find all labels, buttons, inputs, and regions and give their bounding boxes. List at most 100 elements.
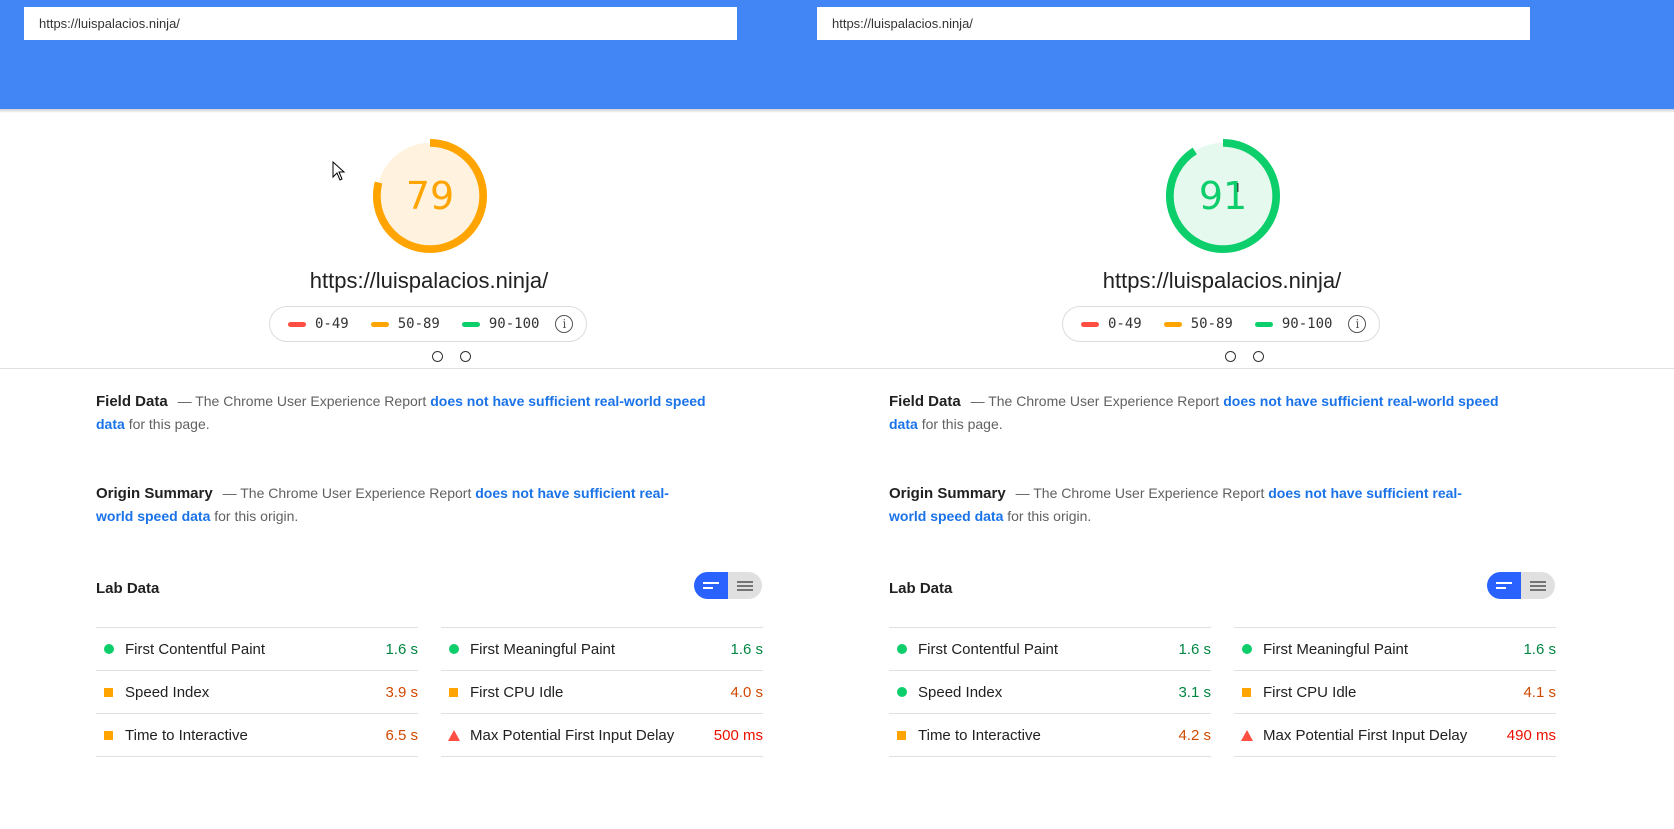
metric-label: Time to Interactive xyxy=(125,726,248,744)
field-data-dash: — xyxy=(970,393,985,409)
metric-row: First Contentful Paint 1.6 s xyxy=(889,627,1211,670)
legend-fail-label: 0-49 xyxy=(1108,316,1142,332)
metric-value: 3.1 s xyxy=(1178,683,1211,701)
legend-fail: 0-49 xyxy=(1081,316,1142,332)
metric-status-icon xyxy=(893,641,910,658)
field-data-title: Field Data xyxy=(889,393,961,410)
info-icon[interactable]: i xyxy=(555,315,574,333)
lab-metrics: First Contentful Paint 1.6 s Speed Index… xyxy=(96,627,775,757)
metric-value: 1.6 s xyxy=(385,640,418,658)
list-view-button[interactable] xyxy=(728,572,762,599)
header-shadow xyxy=(0,109,775,113)
lab-metrics: First Contentful Paint 1.6 s Speed Index… xyxy=(889,627,1579,757)
metric-status-icon xyxy=(100,641,117,658)
metric-status-icon xyxy=(1238,684,1255,701)
metric-value: 1.6 s xyxy=(1523,640,1556,658)
origin-summary-text: The Chrome User Experience Report xyxy=(1033,485,1265,501)
legend-fail-bar xyxy=(1081,321,1099,327)
field-data-tail: for this page. xyxy=(128,416,210,432)
metric-status-icon xyxy=(893,684,910,701)
url-input[interactable] xyxy=(24,7,737,40)
lab-data-title: Lab Data xyxy=(96,580,160,597)
metric-label: First CPU Idle xyxy=(1263,683,1357,701)
url-input[interactable] xyxy=(817,7,1530,40)
metric-row: Time to Interactive 4.2 s xyxy=(889,713,1211,757)
metric-row: Max Potential First Input Delay 490 ms xyxy=(1234,713,1556,757)
report-panel-left: 79 https://luispalacios.ninja/ 0-49 50-8… xyxy=(0,0,775,829)
legend-pass-label: 90-100 xyxy=(1281,316,1333,332)
info-icon[interactable]: i xyxy=(1348,315,1367,333)
legend-average-label: 50-89 xyxy=(397,316,440,332)
list-view-icon xyxy=(1530,580,1546,591)
legend-average-bar xyxy=(370,321,389,327)
metric-row: First CPU Idle 4.0 s xyxy=(441,670,763,713)
legend-pass-label: 90-100 xyxy=(488,316,540,332)
carousel-dot[interactable] xyxy=(460,351,471,362)
divider xyxy=(775,368,1674,369)
metric-label: First Meaningful Paint xyxy=(1263,640,1409,658)
report-panel-right: 91 https://luispalacios.ninja/ 0-49 50-8… xyxy=(775,0,1674,829)
score-legend: 0-49 50-89 90-100 i xyxy=(269,306,587,342)
metric-row: Time to Interactive 6.5 s xyxy=(96,713,418,757)
metric-label: Speed Index xyxy=(918,683,1003,701)
metric-status-icon xyxy=(1238,641,1255,658)
performance-score: 91 xyxy=(1198,174,1248,218)
metrics-column-left: First Contentful Paint 1.6 s Speed Index… xyxy=(96,627,418,757)
metrics-column-right: First Meaningful Paint 1.6 s First CPU I… xyxy=(1234,627,1556,757)
carousel-dot[interactable] xyxy=(1253,351,1264,362)
view-toggle xyxy=(1487,572,1555,599)
legend-pass: 90-100 xyxy=(1254,316,1333,332)
list-view-icon xyxy=(737,580,753,591)
field-data-section: Field Data — The Chrome User Experience … xyxy=(889,390,1499,436)
field-data-text: The Chrome User Experience Report xyxy=(988,393,1220,409)
metric-row: First Meaningful Paint 1.6 s xyxy=(441,627,763,670)
metric-value: 4.0 s xyxy=(730,683,763,701)
metric-value: 1.6 s xyxy=(1178,640,1211,658)
summary-view-button[interactable] xyxy=(1487,572,1521,599)
field-data-tail: for this page. xyxy=(921,416,1003,432)
mouse-pointer-icon xyxy=(332,161,346,181)
legend-average-label: 50-89 xyxy=(1190,316,1233,332)
metrics-column-left: First Contentful Paint 1.6 s Speed Index… xyxy=(889,627,1211,757)
metric-label: First Contentful Paint xyxy=(918,640,1059,658)
metric-status-icon xyxy=(445,727,462,744)
field-data-title: Field Data xyxy=(96,393,168,410)
metric-value: 6.5 s xyxy=(385,726,418,744)
metric-status-icon xyxy=(1238,727,1255,744)
legend-pass-bar xyxy=(1254,321,1273,327)
performance-score: 79 xyxy=(405,174,455,218)
summary-view-icon xyxy=(703,581,719,589)
origin-summary-section: Origin Summary — The Chrome User Experie… xyxy=(889,482,1499,528)
metric-row: First CPU Idle 4.1 s xyxy=(1234,670,1556,713)
origin-summary-dash: — xyxy=(1015,485,1030,501)
legend-average-bar xyxy=(1163,321,1182,327)
carousel-dots xyxy=(1225,351,1281,362)
origin-summary-section: Origin Summary — The Chrome User Experie… xyxy=(96,482,706,528)
field-data-section: Field Data — The Chrome User Experience … xyxy=(96,390,706,436)
carousel-dot[interactable] xyxy=(1225,351,1236,362)
origin-summary-tail: for this origin. xyxy=(1007,508,1092,524)
lab-data-title: Lab Data xyxy=(889,580,953,597)
metric-value: 3.9 s xyxy=(385,683,418,701)
score-legend: 0-49 50-89 90-100 i xyxy=(1062,306,1380,342)
text-cursor-icon: I xyxy=(1236,180,1240,195)
metrics-column-right: First Meaningful Paint 1.6 s First CPU I… xyxy=(441,627,763,757)
performance-score-gauge: 79 xyxy=(372,138,488,254)
legend-fail-label: 0-49 xyxy=(315,316,349,332)
metric-value: 500 ms xyxy=(713,726,763,744)
origin-summary-text: The Chrome User Experience Report xyxy=(240,485,472,501)
origin-summary-tail: for this origin. xyxy=(214,508,299,524)
field-data-text: The Chrome User Experience Report xyxy=(195,393,427,409)
metric-row: Speed Index 3.9 s xyxy=(96,670,418,713)
metric-status-icon xyxy=(100,727,117,744)
metric-label: Speed Index xyxy=(125,683,210,701)
origin-summary-title: Origin Summary xyxy=(889,485,1006,502)
legend-average: 50-89 xyxy=(370,316,440,332)
summary-view-button[interactable] xyxy=(694,572,728,599)
metric-label: Max Potential First Input Delay xyxy=(470,726,675,744)
metric-label: Max Potential First Input Delay xyxy=(1263,726,1468,744)
legend-fail-bar xyxy=(288,321,306,327)
list-view-button[interactable] xyxy=(1521,572,1555,599)
legend-fail: 0-49 xyxy=(288,316,349,332)
carousel-dot[interactable] xyxy=(432,351,443,362)
